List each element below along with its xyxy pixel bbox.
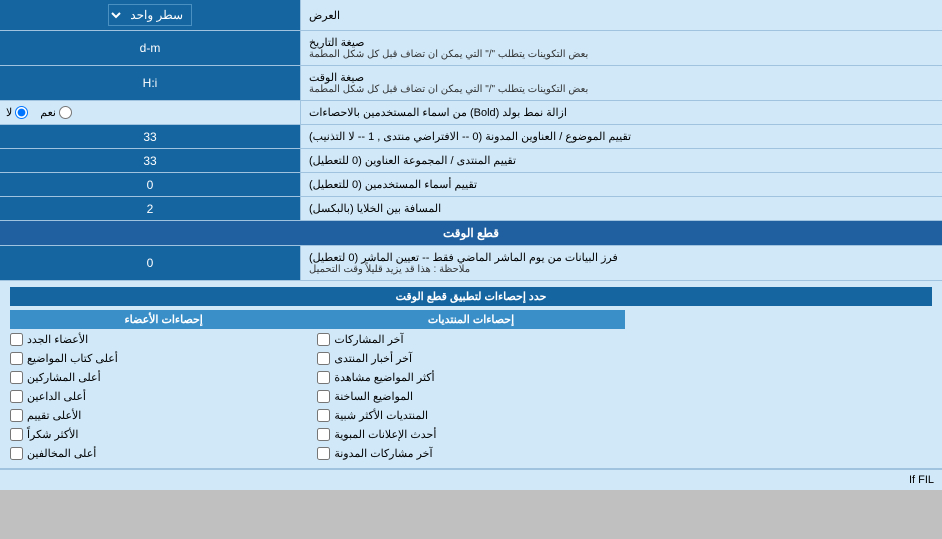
cutoff-row-title: فرز البيانات من يوم الماشر الماضي فقط --… [309, 251, 618, 264]
cutoff-input-container [0, 246, 300, 280]
stats-header-label: حدد إحصاءات لتطبيق قطع الوقت [10, 287, 932, 306]
forum-sort-row: تقييم المنتدى / المجموعة العناوين (0 للت… [0, 149, 942, 173]
date-format-title: صيغة التاريخ [309, 36, 364, 49]
bold-no-text: لا [6, 106, 12, 119]
bold-remove-row: ازالة نمط بولد (Bold) من اسماء المستخدمي… [0, 101, 942, 125]
display-dropdown-container: سطر واحدسطرانثلاثة أسطر [0, 0, 300, 30]
stats-col2-check-0[interactable] [10, 333, 23, 346]
username-sort-input[interactable] [6, 178, 294, 192]
stats-col1-item-2: أكثر المواضيع مشاهدة [317, 369, 624, 386]
bold-yes-text: نعم [40, 106, 56, 119]
stats-col1-check-2[interactable] [317, 371, 330, 384]
stats-col1-check-0[interactable] [317, 333, 330, 346]
cutoff-section-header: قطع الوقت [0, 221, 942, 246]
forum-sort-input[interactable] [6, 154, 294, 168]
stats-col1-check-1[interactable] [317, 352, 330, 365]
cutoff-row: فرز البيانات من يوم الماشر الماضي فقط --… [0, 246, 942, 281]
cutoff-title-text: قطع الوقت [443, 226, 499, 240]
display-label: العرض [300, 0, 942, 30]
date-format-input-container [0, 31, 300, 65]
display-header-row: العرض سطر واحدسطرانثلاثة أسطر [0, 0, 942, 31]
forum-sort-label: تقييم المنتدى / المجموعة العناوين (0 للت… [300, 149, 942, 172]
stats-col2-check-6[interactable] [10, 447, 23, 460]
stats-col1-check-3[interactable] [317, 390, 330, 403]
stats-col2-check-1[interactable] [10, 352, 23, 365]
bold-remove-title: ازالة نمط بولد (Bold) من اسماء المستخدمي… [309, 106, 567, 119]
display-dropdown[interactable]: سطر واحدسطرانثلاثة أسطر [108, 4, 192, 26]
date-format-label: صيغة التاريخ بعض التكوينات يتطلب "/" الت… [300, 31, 942, 65]
stats-col1-check-5[interactable] [317, 428, 330, 441]
bold-radio-no-label: لا [6, 106, 28, 119]
username-sort-row: تقييم أسماء المستخدمين (0 للتعطيل) [0, 173, 942, 197]
stats-col1-check-6[interactable] [317, 447, 330, 460]
time-format-label: صيغة الوقت بعض التكوينات يتطلب "/" التي … [300, 66, 942, 100]
bold-remove-radio-container: نعم لا [0, 101, 300, 124]
stats-col2-check-5[interactable] [10, 428, 23, 441]
cutoff-row-note: ملاحظة : هذا قد يزيد قليلاً وقت التحميل [309, 264, 470, 275]
time-format-row: صيغة الوقت بعض التكوينات يتطلب "/" التي … [0, 66, 942, 101]
stats-col1-item-6: آخر مشاركات المدونة [317, 445, 624, 462]
bottom-text: If FIL [0, 469, 942, 490]
display-title-text: العرض [309, 9, 340, 22]
bold-radio-yes-label: نعم [40, 106, 72, 119]
cell-spacing-input[interactable] [6, 202, 294, 216]
stats-col2-check-2[interactable] [10, 371, 23, 384]
stats-col1-item-5: أحدث الإعلانات المبوية [317, 426, 624, 443]
stats-col1-check-4[interactable] [317, 409, 330, 422]
topic-sort-input-container [0, 125, 300, 148]
topic-sort-title: تقييم الموضوع / العناوين المدونة (0 -- ا… [309, 130, 631, 143]
cell-spacing-row: المسافة بين الخلايا (بالبكسل) [0, 197, 942, 221]
stats-col1-item-3: المواضيع الساخنة [317, 388, 624, 405]
stats-col2-item-3: أعلى الداعين [10, 388, 317, 405]
date-format-input[interactable] [6, 41, 294, 55]
bold-radio-group: نعم لا [6, 106, 72, 119]
stats-col2-item-2: أعلى المشاركين [10, 369, 317, 386]
topic-sort-label: تقييم الموضوع / العناوين المدونة (0 -- ا… [300, 125, 942, 148]
username-sort-input-container [0, 173, 300, 196]
topic-sort-input[interactable] [6, 130, 294, 144]
cutoff-input[interactable] [6, 256, 294, 270]
username-sort-title: تقييم أسماء المستخدمين (0 للتعطيل) [309, 178, 477, 191]
stats-col2-item-1: أعلى كتاب المواضيع [10, 350, 317, 367]
cell-spacing-label: المسافة بين الخلايا (بالبكسل) [300, 197, 942, 220]
time-format-title: صيغة الوقت [309, 71, 364, 84]
stats-col1-header: إحصاءات المنتديات [317, 310, 624, 329]
cutoff-label: فرز البيانات من يوم الماشر الماضي فقط --… [300, 246, 942, 280]
main-container: العرض سطر واحدسطرانثلاثة أسطر صيغة التار… [0, 0, 942, 490]
stats-col2-header: إحصاءات الأعضاء [10, 310, 317, 329]
stats-col2-item-5: الأكثر شكراً [10, 426, 317, 443]
forum-sort-input-container [0, 149, 300, 172]
forum-sort-title: تقييم المنتدى / المجموعة العناوين (0 للت… [309, 154, 516, 167]
bold-radio-yes[interactable] [59, 106, 72, 119]
stats-col1-item-1: آخر أخبار المنتدى [317, 350, 624, 367]
cell-spacing-input-container [0, 197, 300, 220]
time-format-input-container [0, 66, 300, 100]
stats-col1-item-0: آخر المشاركات [317, 331, 624, 348]
stats-col2-check-4[interactable] [10, 409, 23, 422]
date-format-sublabel: بعض التكوينات يتطلب "/" التي يمكن ان تضا… [309, 49, 588, 60]
stats-col2-item-4: الأعلى تقييم [10, 407, 317, 424]
time-format-input[interactable] [6, 76, 294, 90]
bold-remove-label: ازالة نمط بولد (Bold) من اسماء المستخدمي… [300, 101, 942, 124]
date-format-row: صيغة التاريخ بعض التكوينات يتطلب "/" الت… [0, 31, 942, 66]
topic-sort-row: تقييم الموضوع / العناوين المدونة (0 -- ا… [0, 125, 942, 149]
cell-spacing-title: المسافة بين الخلايا (بالبكسل) [309, 202, 441, 215]
stats-col1-item-4: المنتديات الأكثر شبية [317, 407, 624, 424]
stats-section: حدد إحصاءات لتطبيق قطع الوقت إحصاءات الم… [0, 281, 942, 469]
time-format-sublabel: بعض التكوينات يتطلب "/" التي يمكن ان تضا… [309, 84, 588, 95]
stats-col2-check-3[interactable] [10, 390, 23, 403]
stats-col2-item-0: الأعضاء الجدد [10, 331, 317, 348]
stats-col2-item-6: أعلى المخالفين [10, 445, 317, 462]
username-sort-label: تقييم أسماء المستخدمين (0 للتعطيل) [300, 173, 942, 196]
bold-radio-no[interactable] [15, 106, 28, 119]
